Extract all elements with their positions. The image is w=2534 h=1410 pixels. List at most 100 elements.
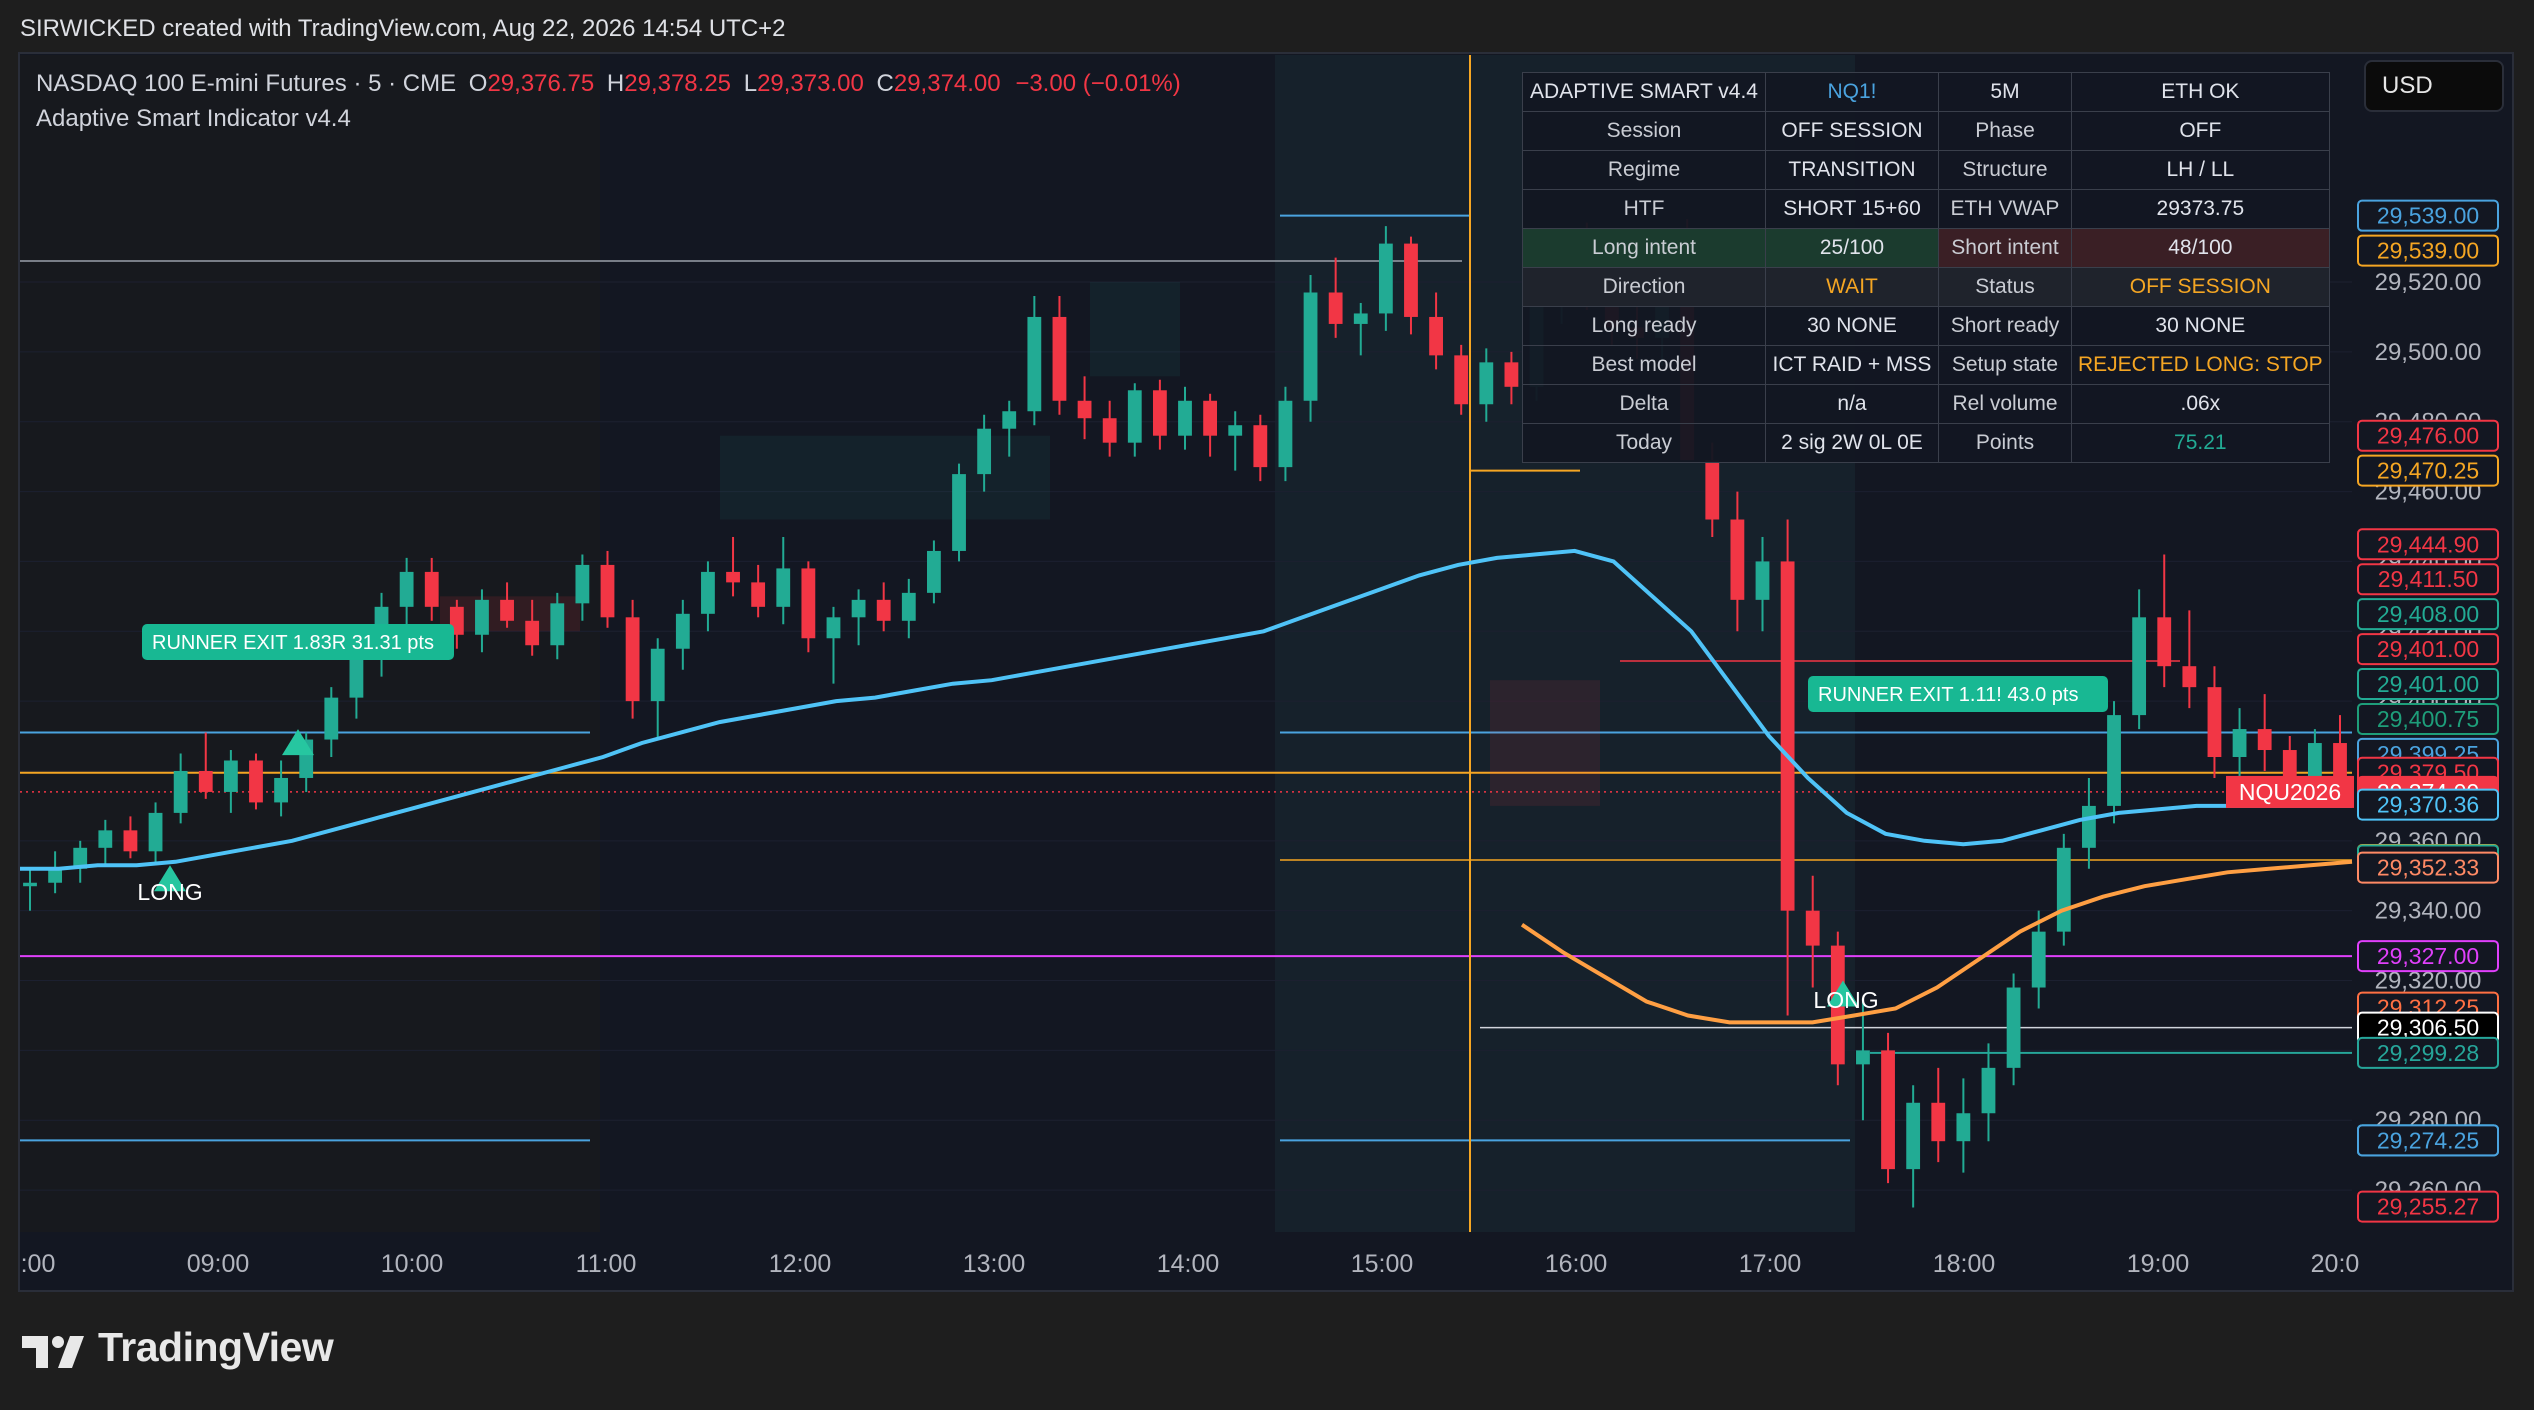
row-value: n/a xyxy=(1765,384,1939,424)
candle-body xyxy=(2157,617,2172,667)
trend-band xyxy=(1090,282,1180,377)
row-value: OFF xyxy=(2071,111,2330,151)
candle-body xyxy=(726,571,740,583)
candle-body xyxy=(1178,400,1192,436)
x-tick-label: 11:00 xyxy=(576,1250,637,1278)
candle-body xyxy=(2182,666,2197,688)
brand-name: TradingView xyxy=(98,1324,334,1370)
row-key: Long intent xyxy=(1522,228,1766,268)
table-row: Best model ICT RAID + MSS Setup state RE… xyxy=(1522,345,2330,385)
table-title: ADAPTIVE SMART v4.4 xyxy=(1522,72,1766,112)
candle-body xyxy=(701,571,715,614)
row-key: Rel volume xyxy=(1938,384,2072,424)
candle-body xyxy=(198,770,213,792)
long-signal-label: LONG xyxy=(1813,987,1878,1013)
candle-body xyxy=(48,868,63,883)
table-row: Today 2 sig 2W 0L 0E Points 75.21 xyxy=(1522,423,2330,463)
row-key: Phase xyxy=(1938,111,2072,151)
tradingview-logo-icon xyxy=(22,1336,84,1368)
contract-label: NQU2026 xyxy=(2239,779,2341,805)
fvg-zone xyxy=(1490,680,1600,806)
candle-body xyxy=(148,812,163,852)
candle-body xyxy=(123,830,138,852)
close-label: C xyxy=(876,70,894,97)
candle-body xyxy=(2082,805,2096,848)
row-key: Today xyxy=(1522,423,1766,463)
candle-body xyxy=(274,777,288,803)
table-timeframe: 5M xyxy=(1938,72,2072,112)
row-value: 29373.75 xyxy=(2071,189,2330,229)
candle-body xyxy=(1052,316,1067,401)
candle-body xyxy=(1906,1102,1921,1170)
trend-band xyxy=(720,435,1050,520)
table-symbol: NQ1! xyxy=(1765,72,1939,112)
candle-body xyxy=(223,760,238,792)
row-value: 75.21 xyxy=(2071,423,2330,463)
low-value: 29,373.00 xyxy=(757,70,864,97)
candle-body xyxy=(625,617,640,702)
candle-body xyxy=(1755,561,1770,600)
currency-button[interactable]: USD xyxy=(2364,60,2504,112)
candle-body xyxy=(1228,425,1243,436)
row-value: SHORT 15+60 xyxy=(1765,189,1939,229)
candle-body xyxy=(751,582,766,607)
y-tick-label: 29,520.00 xyxy=(2375,269,2482,296)
table-row: Session OFF SESSION Phase OFF xyxy=(1522,111,2330,151)
high-value: 29,378.25 xyxy=(624,70,732,97)
x-tick-label: 19:00 xyxy=(2127,1250,2190,1278)
price-label-text: 29,470.25 xyxy=(2377,458,2479,484)
x-tick-label: 10:00 xyxy=(381,1250,444,1278)
candle-body xyxy=(249,760,263,803)
table-row: Regime TRANSITION Structure LH / LL xyxy=(1522,150,2330,190)
candle-body xyxy=(1956,1113,1971,1142)
table-row: Long intent 25/100 Short intent 48/100 xyxy=(1522,228,2330,268)
row-value: .06x xyxy=(2071,384,2330,424)
candle-body xyxy=(1730,519,1745,600)
candle-body xyxy=(1127,390,1142,443)
candle-body xyxy=(1981,1067,1996,1114)
candle-body xyxy=(500,599,514,621)
row-key: Direction xyxy=(1522,267,1766,307)
row-key: Delta xyxy=(1522,384,1766,424)
row-key: Short intent xyxy=(1938,228,2072,268)
price-label-text: 29,299.28 xyxy=(2377,1040,2479,1066)
row-value: 30 NONE xyxy=(1765,306,1939,346)
indicator-name[interactable]: Adaptive Smart Indicator v4.4 xyxy=(36,105,351,133)
price-label-text: 29,274.25 xyxy=(2377,1127,2479,1153)
row-value: 25/100 xyxy=(1765,228,1939,268)
symbol-header: NASDAQ 100 E-mini Futures · 5 · CME O29,… xyxy=(36,70,1181,98)
candle-body xyxy=(1805,910,1820,946)
row-value: ICT RAID + MSS xyxy=(1765,345,1939,385)
candle-body xyxy=(1152,390,1167,436)
candle-body xyxy=(1378,243,1393,314)
candle-body xyxy=(650,648,665,702)
row-value: TRANSITION xyxy=(1765,150,1939,190)
candle-body xyxy=(575,564,590,604)
candle-body xyxy=(901,592,916,621)
table-row: Direction WAIT Status OFF SESSION xyxy=(1522,267,2330,307)
x-tick-label: 15:00 xyxy=(1351,1250,1414,1278)
change-value: −3.00 (−0.01%) xyxy=(1015,70,1181,97)
row-value: OFF SESSION xyxy=(2071,267,2330,307)
candle-body xyxy=(952,474,966,551)
candle-body xyxy=(349,659,364,698)
table-row: Long ready 30 NONE Short ready 30 NONE xyxy=(1522,306,2330,346)
price-label-text: 29,401.00 xyxy=(2377,671,2479,697)
candle-body xyxy=(98,830,113,848)
row-value: 48/100 xyxy=(2071,228,2330,268)
candle-body xyxy=(2056,847,2071,932)
candle-body xyxy=(1353,313,1368,324)
price-label-text: 29,444.90 xyxy=(2377,531,2479,557)
candle-body xyxy=(1429,316,1443,356)
price-label-text: 29,411.50 xyxy=(2378,566,2479,592)
candle-body xyxy=(550,603,565,646)
symbol-name: NASDAQ 100 E-mini Futures · 5 · CME xyxy=(36,70,457,97)
candle-body xyxy=(2031,931,2046,988)
candle-body xyxy=(826,617,841,639)
close-value: 29,374.00 xyxy=(893,70,1001,97)
table-eth-status: ETH OK xyxy=(2071,72,2330,112)
candle-body xyxy=(23,882,37,887)
long-signal-label: LONG xyxy=(137,879,202,905)
price-label-text: 29,327.00 xyxy=(2377,943,2479,969)
candle-body xyxy=(2232,729,2247,758)
